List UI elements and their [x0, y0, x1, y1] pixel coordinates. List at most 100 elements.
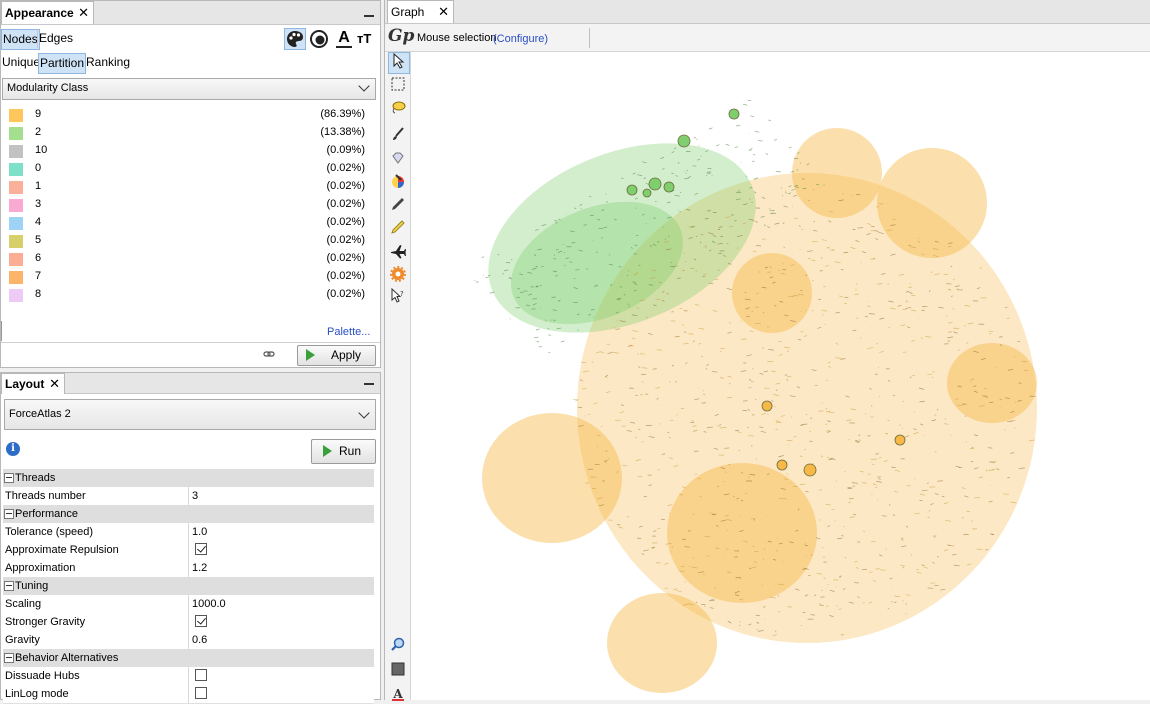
graph-node[interactable] — [643, 189, 651, 197]
layout-algorithm-dropdown[interactable]: ForceAtlas 2 — [4, 399, 376, 430]
ruler-icon[interactable] — [388, 219, 408, 239]
graph-node[interactable] — [729, 109, 739, 119]
legend-row[interactable]: 7(0.02%) — [1, 268, 373, 286]
minimize-icon[interactable] — [364, 383, 374, 385]
graph-node[interactable] — [649, 178, 661, 190]
link-icon[interactable] — [263, 348, 275, 360]
property-value[interactable]: 0.6 — [192, 634, 207, 646]
property-value[interactable]: 1.2 — [192, 562, 207, 574]
color-swatch[interactable] — [9, 217, 23, 230]
tab-partition[interactable]: Partition — [38, 53, 86, 74]
label-size-icon[interactable]: тT — [357, 29, 377, 49]
graph-node[interactable] — [777, 460, 787, 470]
collapse-icon[interactable] — [4, 653, 14, 663]
legend-row[interactable]: 8(0.02%) — [1, 286, 373, 304]
brush-icon[interactable] — [388, 126, 408, 146]
gear-icon[interactable] — [388, 266, 408, 286]
graph-tab[interactable]: Graph ✕ — [387, 0, 454, 23]
legend-row[interactable]: 1(0.02%) — [1, 178, 373, 196]
lasso-icon[interactable] — [388, 99, 408, 119]
legend-row[interactable]: 2(13.38%) — [1, 124, 373, 142]
collapse-icon[interactable] — [4, 581, 14, 591]
color-swatch[interactable] — [9, 271, 23, 284]
color-swatch[interactable] — [9, 235, 23, 248]
color-swatch[interactable] — [9, 289, 23, 302]
close-icon[interactable]: ✕ — [78, 2, 89, 24]
graph-node[interactable] — [627, 185, 637, 195]
collapse-icon[interactable] — [4, 509, 14, 519]
property-row[interactable]: Dissuade Hubs — [3, 667, 374, 686]
attribute-dropdown[interactable]: Modularity Class — [2, 78, 376, 100]
color-swatch[interactable] — [9, 163, 23, 176]
property-row[interactable]: Threads number3 — [3, 487, 374, 506]
graph-node[interactable] — [678, 135, 690, 147]
property-row[interactable]: Gravity0.6 — [3, 631, 374, 650]
size-icon[interactable] — [309, 29, 329, 49]
diamond-icon[interactable] — [388, 150, 408, 170]
legend-row[interactable]: 5(0.02%) — [1, 232, 373, 250]
property-category[interactable]: Performance — [3, 505, 374, 524]
background-color-icon[interactable] — [388, 661, 408, 681]
tab-edges[interactable]: Edges — [37, 29, 74, 48]
configure-link[interactable]: (Configure) — [493, 33, 548, 45]
legend-row[interactable]: 4(0.02%) — [1, 214, 373, 232]
label-icon[interactable]: A — [388, 684, 408, 704]
property-value[interactable]: 3 — [192, 490, 198, 502]
apply-button[interactable]: Apply — [297, 345, 376, 366]
color-swatch[interactable] — [9, 109, 23, 122]
graph-node[interactable] — [804, 464, 816, 476]
airplane-icon[interactable] — [388, 243, 408, 263]
rectangle-select-icon[interactable] — [388, 76, 408, 96]
property-checkbox[interactable] — [195, 615, 207, 627]
property-row[interactable]: Approximation1.2 — [3, 559, 374, 578]
color-swatch[interactable] — [9, 253, 23, 266]
graph-node[interactable] — [664, 182, 674, 192]
appearance-tab[interactable]: Appearance ✕ — [1, 1, 94, 24]
close-icon[interactable]: ✕ — [438, 1, 449, 23]
property-row[interactable]: LinLog mode — [3, 685, 374, 704]
legend-row[interactable]: 10(0.09%) — [1, 142, 373, 160]
property-row[interactable]: Tolerance (speed)1.0 — [3, 523, 374, 542]
tab-nodes[interactable]: Nodes — [1, 29, 40, 50]
legend-row[interactable]: 0(0.02%) — [1, 160, 373, 178]
graph-node[interactable] — [895, 435, 905, 445]
color-swatch[interactable] — [9, 145, 23, 158]
property-checkbox[interactable] — [195, 669, 207, 681]
cursor-icon[interactable] — [388, 52, 410, 74]
zoom-icon[interactable] — [388, 637, 408, 657]
palette-link[interactable]: Palette... — [327, 326, 370, 338]
property-category[interactable]: Behavior Alternatives — [3, 649, 374, 668]
graph-canvas[interactable] — [412, 53, 1150, 700]
legend-row[interactable]: 9(86.39%) — [1, 106, 373, 124]
property-category[interactable]: Tuning — [3, 577, 374, 596]
property-row[interactable]: Scaling1000.0 — [3, 595, 374, 614]
tab-unique[interactable]: Unique — [1, 53, 41, 72]
collapse-icon[interactable] — [4, 473, 14, 483]
run-button[interactable]: Run — [311, 439, 376, 464]
label-color-icon[interactable]: A — [334, 29, 354, 49]
partition-percent: (13.38%) — [320, 126, 365, 138]
tab-ranking[interactable]: Ranking — [85, 53, 131, 72]
property-value[interactable]: 1.0 — [192, 526, 207, 538]
minimize-icon[interactable] — [364, 15, 374, 17]
property-row[interactable]: Approximate Repulsion — [3, 541, 374, 560]
color-swatch[interactable] — [9, 181, 23, 194]
color-picker-icon[interactable] — [388, 173, 408, 193]
pencil-icon[interactable] — [388, 196, 408, 216]
property-checkbox[interactable] — [195, 687, 207, 699]
property-category[interactable]: Threads — [3, 469, 374, 488]
legend-row[interactable]: 3(0.02%) — [1, 196, 373, 214]
color-swatch[interactable] — [9, 199, 23, 212]
help-cursor-icon[interactable]: ? — [388, 288, 408, 308]
palette-icon[interactable] — [284, 28, 306, 50]
color-swatch[interactable] — [9, 127, 23, 140]
close-icon[interactable]: ✕ — [49, 374, 60, 394]
graph-node[interactable] — [762, 401, 772, 411]
property-row[interactable]: Stronger Gravity — [3, 613, 374, 632]
property-value[interactable]: 1000.0 — [192, 598, 226, 610]
graph-edge — [844, 471, 845, 472]
info-icon[interactable]: i — [6, 442, 20, 456]
legend-row[interactable]: 6(0.02%) — [1, 250, 373, 268]
property-checkbox[interactable] — [195, 543, 207, 555]
layout-tab[interactable]: Layout ✕ — [1, 373, 65, 394]
